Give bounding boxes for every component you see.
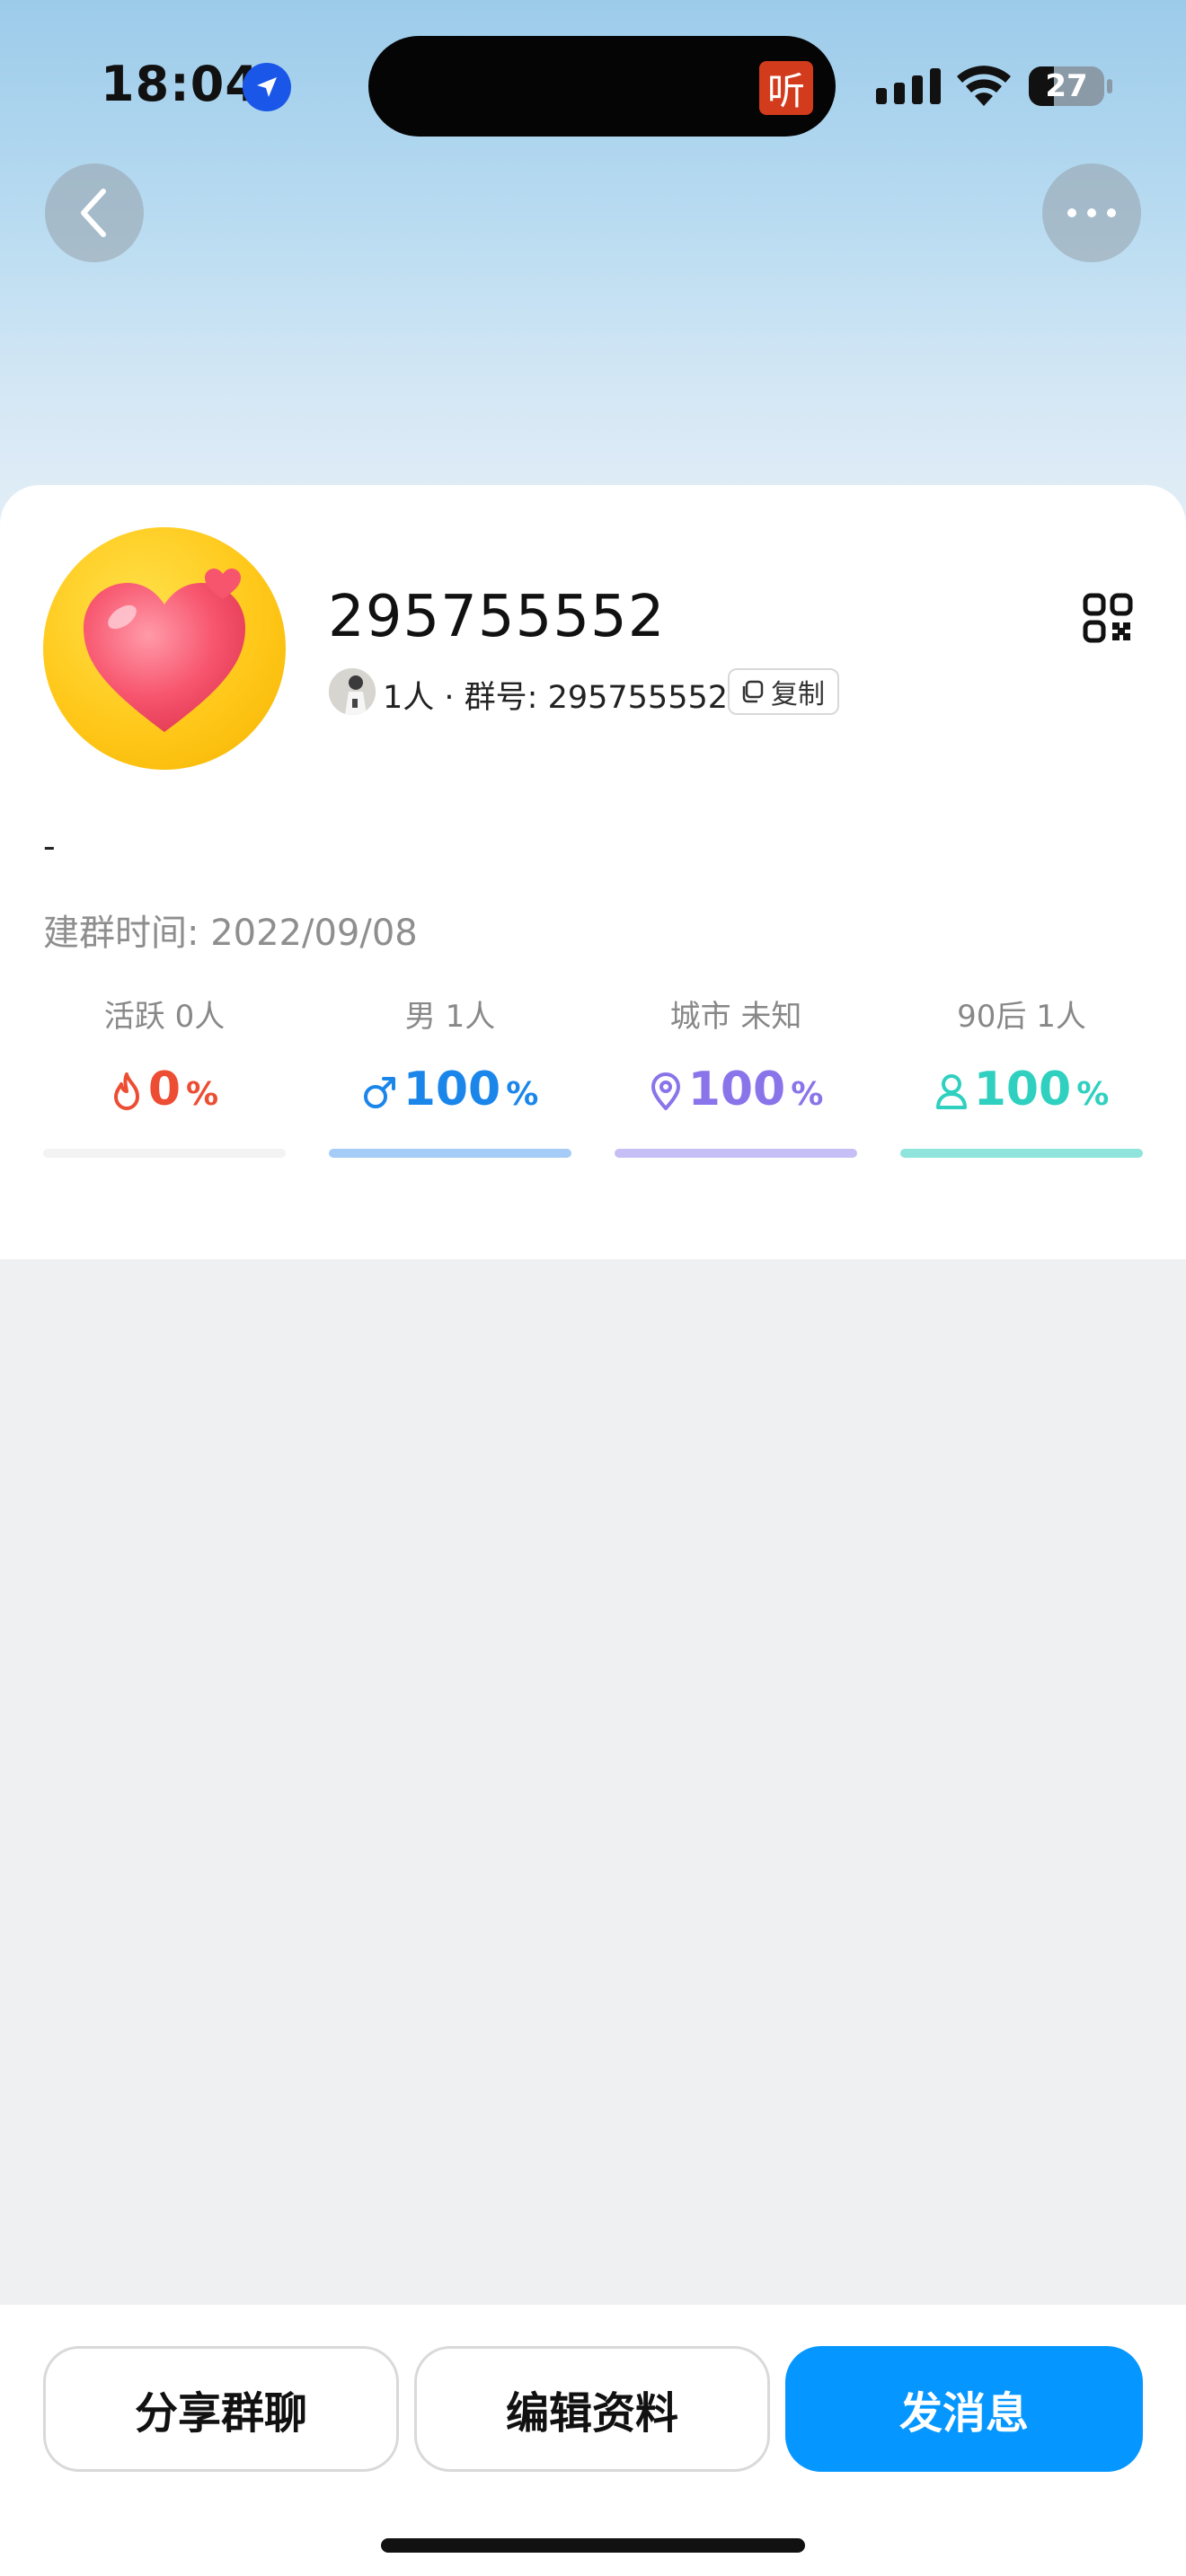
copy-button[interactable]: 复制 — [728, 668, 839, 715]
chevron-left-icon — [81, 189, 106, 237]
person-icon — [935, 1074, 967, 1109]
location-arrow-icon — [243, 63, 291, 111]
group-name: 295755552 — [328, 584, 666, 650]
stat-city: 城市 未知 100% — [615, 992, 857, 1158]
group-meta: 1人 · 群号: 295755552 — [383, 672, 728, 718]
battery-icon: 27 — [1029, 66, 1104, 106]
flame-icon — [113, 1072, 139, 1110]
back-button[interactable] — [45, 163, 144, 262]
meta-separator: · — [434, 680, 465, 716]
stat-bar — [43, 1149, 286, 1158]
qr-code-icon[interactable] — [1083, 593, 1133, 643]
copy-icon — [742, 680, 764, 703]
member-avatar[interactable] — [329, 668, 376, 715]
stat-bar — [615, 1149, 857, 1158]
male-icon — [363, 1077, 395, 1108]
stat-post90: 90后 1人 100% — [900, 992, 1143, 1158]
group-number: 群号: 295755552 — [464, 680, 729, 716]
stat-label: 90后 1人 — [957, 999, 1086, 1035]
home-indicator — [381, 2538, 805, 2553]
created-label: 建群时间: — [43, 913, 199, 954]
stat-male: 男 1人 100% — [329, 992, 571, 1158]
cellular-signal-icon — [876, 68, 941, 104]
created-value: 2022/09/08 — [210, 913, 418, 954]
stat-value: 100% — [615, 1066, 857, 1113]
copy-label: 复制 — [771, 679, 825, 710]
share-group-button[interactable]: 分享群聊 — [43, 2346, 399, 2472]
stat-value: 100% — [329, 1066, 571, 1113]
listen-app-badge: 听 — [759, 61, 813, 115]
stat-bar — [900, 1149, 1143, 1158]
edit-profile-button[interactable]: 编辑资料 — [414, 2346, 770, 2472]
stat-label: 城市 未知 — [669, 999, 802, 1035]
stat-label: 男 1人 — [404, 999, 496, 1035]
stat-bar — [329, 1149, 571, 1158]
group-description: - — [43, 826, 56, 866]
stat-value: 0% — [43, 1066, 286, 1113]
more-horizontal-icon — [1067, 208, 1116, 217]
stat-label: 活跃 0人 — [103, 999, 226, 1035]
stat-value: 100% — [900, 1066, 1143, 1113]
member-count: 1人 — [383, 680, 435, 716]
battery-level: 27 — [1045, 68, 1088, 104]
status-bar: 18:04 听 27 — [0, 0, 1186, 171]
location-pin-icon — [651, 1072, 680, 1110]
stat-active: 活跃 0人 0% — [43, 992, 286, 1158]
more-button[interactable] — [1042, 163, 1141, 262]
battery-tip — [1107, 79, 1112, 93]
wifi-icon — [957, 66, 1011, 106]
send-message-button[interactable]: 发消息 — [785, 2346, 1143, 2472]
status-time: 18:04 — [101, 56, 260, 112]
group-avatar[interactable] — [43, 527, 286, 770]
created-date: 建群时间: 2022/09/08 — [43, 904, 418, 956]
heart-icon — [84, 569, 245, 732]
